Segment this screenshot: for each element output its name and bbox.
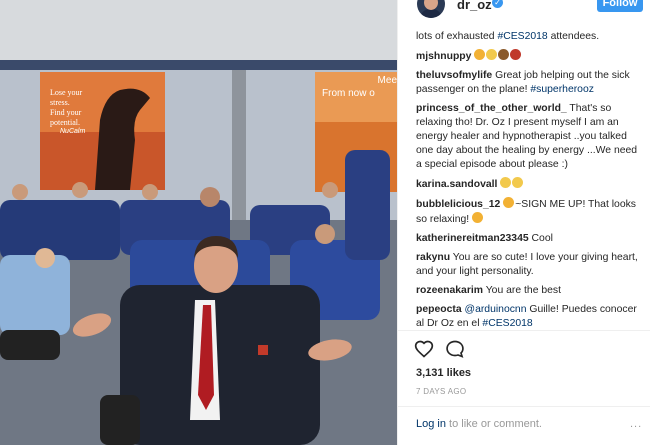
banner-text-line: potential. — [50, 118, 80, 127]
comment: mjshnuppy — [416, 49, 644, 64]
comment: pepeocta @arduinocnn Guille! Puedes cono… — [416, 303, 644, 331]
banner-right-text: Mee — [350, 74, 397, 88]
comment-username[interactable]: theluvsofmylife — [416, 70, 492, 81]
comment: theluvsofmylife Great job helping out th… — [416, 69, 644, 97]
banner-right-text-2: From now o — [322, 88, 375, 99]
divider — [398, 406, 650, 407]
banner-text-line: stress. — [50, 98, 70, 107]
photo-scene — [0, 0, 397, 445]
hashtag-link[interactable]: #CES2018 — [482, 318, 532, 329]
post-sidebar: dr_oz ✓ Follow lots of exhausted #CES201… — [397, 0, 650, 445]
comment-text: You are the best — [485, 285, 561, 296]
comment-username[interactable]: rakynu — [416, 252, 450, 263]
comment: karina.sandovall — [416, 177, 644, 192]
cat-emoji-icon — [500, 177, 512, 188]
mention-link[interactable]: @arduinocnn — [465, 304, 527, 315]
banner-left-brand: NuCalm — [60, 128, 86, 135]
face-emoji-icon — [510, 49, 522, 60]
comment: katherinereitman23345 Cool — [416, 232, 644, 246]
people-emoji-icon — [474, 49, 486, 60]
comment: bubblelicious_12 ~SIGN ME UP! That looks… — [416, 197, 644, 227]
banner-text-line: Find your — [50, 108, 82, 117]
cat-emoji-icon — [512, 177, 524, 188]
comment: rakynu You are so cute! I love your givi… — [416, 251, 644, 279]
login-prompt-text: to like or comment. — [445, 418, 542, 430]
banner-left-text: Lose your stress. Find your potential. — [50, 88, 82, 128]
comment-username[interactable]: mjshnuppy — [416, 51, 471, 62]
caption: lots of exhausted #CES2018 attendees. — [416, 30, 644, 44]
username-link[interactable]: dr_oz — [457, 0, 492, 12]
hashtag-link[interactable]: #CES2018 — [497, 31, 547, 42]
more-options-icon[interactable]: ... — [630, 418, 642, 430]
post-photo[interactable]: Lose your stress. Find your potential. N… — [0, 0, 397, 445]
comment-text: Cool — [531, 233, 553, 244]
comment-username[interactable]: bubblelicious_12 — [416, 199, 500, 210]
avatar[interactable] — [417, 0, 445, 18]
comment-text: You are so cute! I love your giving hear… — [416, 252, 638, 277]
comment-username[interactable]: princess_of_the_other_world_ — [416, 103, 567, 114]
post-timestamp: 7 DAYS AGO — [416, 387, 467, 396]
caption-text: attendees. — [547, 31, 600, 42]
comment-username[interactable]: pepeocta — [416, 304, 462, 315]
comment-bubble-icon[interactable] — [445, 339, 465, 359]
comment-username[interactable]: karina.sandovall — [416, 179, 497, 190]
login-prompt: Log in to like or comment. — [416, 418, 542, 430]
hashtag-link[interactable]: #superherooz — [530, 84, 594, 95]
comment: princess_of_the_other_world_ That's so r… — [416, 102, 644, 172]
comment-username[interactable]: katherinereitman23345 — [416, 233, 529, 244]
woman-emoji-icon — [503, 197, 515, 208]
post-header: dr_oz ✓ Follow — [398, 0, 650, 22]
banner-text-line: Lose your — [50, 88, 83, 97]
smile-emoji-icon — [486, 49, 498, 60]
hand-emoji-icon — [472, 212, 484, 223]
comment-username[interactable]: rozeenakarim — [416, 285, 483, 296]
comment: rozeenakarim You are the best — [416, 284, 644, 298]
banner-text-line: Mee — [377, 75, 397, 86]
follow-button[interactable]: Follow — [597, 0, 643, 12]
verified-badge-icon: ✓ — [492, 0, 503, 8]
butterfly-emoji-icon — [498, 49, 510, 60]
caption-text: lots of exhausted — [416, 31, 498, 42]
likes-count[interactable]: 3,131 likes — [416, 367, 471, 379]
heart-icon[interactable] — [414, 339, 434, 359]
comments-list: lots of exhausted #CES2018 attendees. mj… — [416, 30, 644, 336]
divider — [398, 330, 650, 331]
login-link[interactable]: Log in — [416, 418, 446, 430]
